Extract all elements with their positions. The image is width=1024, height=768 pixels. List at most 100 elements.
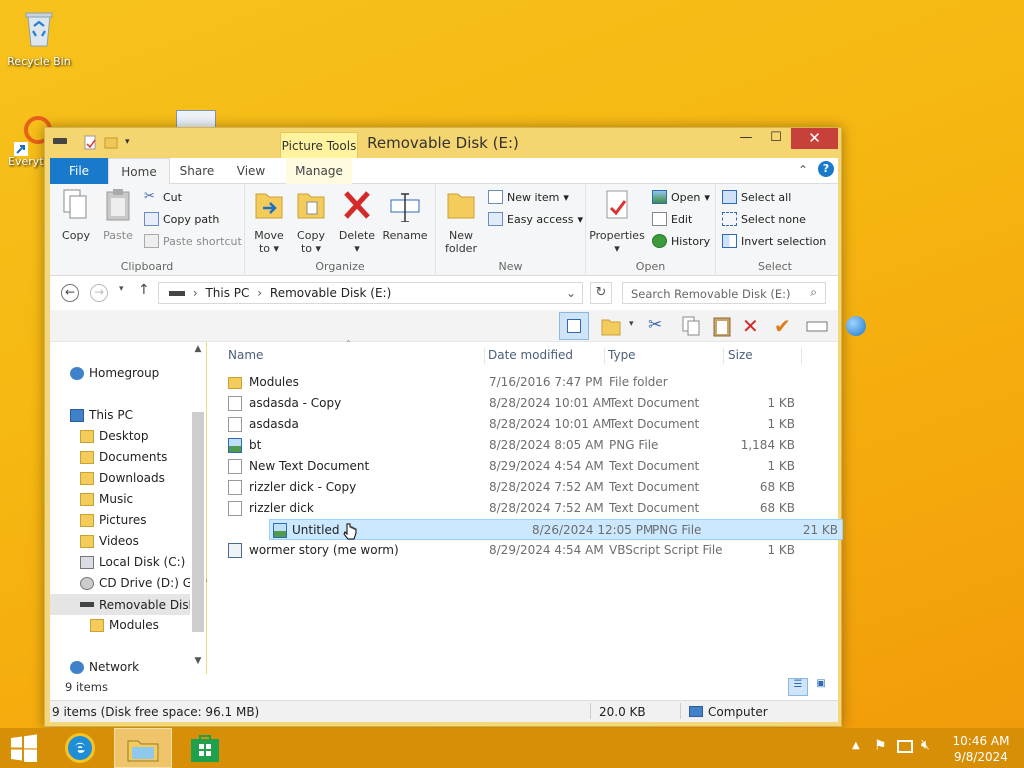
cut-button[interactable]: ✂ Cut	[144, 190, 182, 204]
file-row[interactable]: asdasda - Copy 8/28/2024 10:01 AM Text D…	[225, 393, 799, 414]
file-row[interactable]: rizzler dick - Copy 8/28/2024 7:52 AM Te…	[225, 477, 799, 498]
file-row[interactable]: rizzler dick 8/28/2024 7:52 AM Text Docu…	[225, 498, 799, 519]
folder-options-icon[interactable]	[600, 315, 622, 337]
close-button[interactable]: ✕	[791, 128, 838, 149]
nav-desktop[interactable]: Desktop	[80, 429, 149, 443]
copy-icon[interactable]	[680, 315, 702, 337]
nav-modules[interactable]: Modules	[90, 618, 159, 632]
back-icon[interactable]: ←	[61, 284, 79, 302]
rename-button[interactable]: Rename	[381, 188, 429, 242]
nav-music-label: Music	[99, 492, 134, 506]
forward-icon[interactable]: →	[90, 284, 108, 302]
column-header-size[interactable]: Size	[728, 348, 753, 362]
taskbar-store[interactable]	[176, 728, 234, 768]
file-row[interactable]: New Text Document 8/29/2024 4:54 AM Text…	[225, 456, 799, 477]
column-header-date[interactable]: Date modified	[488, 348, 573, 362]
search-icon: ⌕	[810, 285, 817, 299]
recycle-bin-icon[interactable]: Recycle Bin	[1, 8, 77, 68]
open-button[interactable]: Open ▾	[652, 190, 710, 204]
nav-documents[interactable]: Documents	[80, 450, 167, 464]
file-row[interactable]: Modules 7/16/2016 7:47 PM File folder	[225, 372, 799, 393]
history-button[interactable]: History	[652, 234, 710, 248]
details-view-icon[interactable]: ☰	[788, 678, 808, 696]
file-row[interactable]: bt 8/28/2024 8:05 AM PNG File 1,184 KB	[225, 435, 799, 456]
tab-view[interactable]: View	[228, 158, 274, 184]
nav-videos-label: Videos	[99, 534, 139, 548]
up-icon[interactable]: ↑	[138, 282, 150, 298]
column-header-name[interactable]: Name	[228, 348, 263, 362]
large-icons-view-icon[interactable]: ▣	[812, 678, 830, 696]
nav-homegroup-label: Homegroup	[89, 366, 160, 380]
clock[interactable]: 10:46 AM 9/8/2024	[946, 733, 1016, 765]
paste-button[interactable]: Paste	[98, 188, 138, 242]
start-button[interactable]	[0, 728, 58, 768]
file-row[interactable]: wormer story (me worm) 8/29/2024 4:54 AM…	[225, 540, 799, 561]
nav-removable-disk[interactable]: Removable Disk (	[50, 594, 204, 615]
copy-button[interactable]: Copy	[56, 188, 96, 242]
address-bar[interactable]: › This PC › Removable Disk (E:) ⌄	[158, 282, 583, 304]
nav-this-pc[interactable]: This PC	[70, 408, 133, 422]
file-row[interactable]: asdasda 8/28/2024 10:01 AM Text Document…	[225, 414, 799, 435]
nav-network[interactable]: Network	[70, 660, 139, 674]
move-to-button[interactable]: Move to ▾	[249, 188, 289, 255]
delete-icon[interactable]: ✕	[742, 315, 764, 337]
nav-videos[interactable]: Videos	[80, 534, 139, 548]
network-tray-icon[interactable]	[897, 740, 913, 753]
breadcrumb-this-pc[interactable]: This PC	[205, 286, 249, 300]
select-all-button[interactable]: Select all	[722, 190, 791, 204]
tab-manage[interactable]: Manage	[286, 158, 352, 184]
tab-share[interactable]: Share	[172, 158, 222, 184]
minimize-button[interactable]: —	[731, 128, 761, 149]
help-icon[interactable]: ?	[818, 161, 834, 177]
paste-icon[interactable]	[711, 315, 733, 337]
taskbar-file-explorer[interactable]	[114, 728, 172, 768]
delete-button[interactable]: Delete ▾	[335, 188, 379, 255]
copy-to-button[interactable]: Copy to ▾	[291, 188, 331, 255]
tab-file[interactable]: File	[50, 158, 108, 184]
scroll-down-icon[interactable]: ▼	[190, 656, 206, 666]
nav-pictures[interactable]: Pictures	[80, 513, 147, 527]
rename-icon[interactable]	[806, 315, 828, 337]
chevron-up-icon[interactable]: ⌃	[798, 163, 808, 177]
edit-button[interactable]: Edit	[652, 212, 692, 226]
scroll-up-icon[interactable]: ▲	[190, 344, 206, 354]
breadcrumb-removable-disk[interactable]: Removable Disk (E:)	[270, 286, 391, 300]
properties-check-icon[interactable]: ✔	[774, 315, 796, 337]
nav-homegroup[interactable]: Homegroup	[70, 366, 159, 380]
desktop-file-icon[interactable]	[176, 110, 216, 128]
globe-icon[interactable]	[846, 316, 866, 336]
nav-cd-drive[interactable]: CD Drive (D:) GSP	[80, 576, 207, 590]
recent-locations-icon[interactable]: ▾	[119, 284, 124, 294]
nav-scrollbar[interactable]: ▲ ▼	[190, 342, 206, 674]
column-header-type[interactable]: Type	[608, 348, 636, 362]
cut-icon[interactable]: ✂	[648, 315, 670, 337]
new-item-button[interactable]: New item ▾	[488, 190, 569, 204]
invert-selection-button[interactable]: Invert selection	[722, 234, 826, 248]
refresh-icon[interactable]: ↻	[590, 282, 612, 304]
maximize-button[interactable]: ☐	[761, 128, 791, 149]
search-input[interactable]: Search Removable Disk (E:) ⌕	[622, 282, 826, 304]
action-center-flag-icon[interactable]: ⚑	[874, 738, 887, 754]
everything-shortcut[interactable]: Everyt	[0, 112, 52, 168]
tab-home[interactable]: Home	[108, 158, 170, 185]
new-folder-button[interactable]: New folder	[440, 188, 482, 255]
preview-pane-icon[interactable]	[559, 312, 589, 340]
nav-downloads[interactable]: Downloads	[80, 471, 165, 485]
volume-muted-icon[interactable]: 🔇︎	[921, 737, 930, 753]
nav-local-disk[interactable]: Local Disk (C:)	[80, 555, 185, 569]
nav-modules-label: Modules	[109, 618, 159, 632]
easy-access-button[interactable]: Easy access ▾	[488, 212, 583, 226]
select-none-button[interactable]: Select none	[722, 212, 806, 226]
properties-button[interactable]: Properties ▾	[588, 188, 646, 255]
show-hidden-icons[interactable]: ▲	[852, 740, 860, 751]
taskbar-internet-explorer[interactable]: e	[52, 728, 110, 768]
address-dropdown-icon[interactable]: ⌄	[566, 286, 576, 300]
nav-music[interactable]: Music	[80, 492, 133, 506]
title-bar[interactable]: ▾ Picture Tools Removable Disk (E:) — ☐ …	[45, 128, 841, 158]
scroll-thumb[interactable]	[192, 412, 204, 632]
paste-shortcut-button[interactable]: Paste shortcut	[144, 234, 242, 248]
trash-icon	[25, 12, 53, 47]
select-none-icon	[722, 212, 737, 226]
copy-path-button[interactable]: Copy path	[144, 212, 219, 226]
drive-icon	[169, 291, 185, 296]
